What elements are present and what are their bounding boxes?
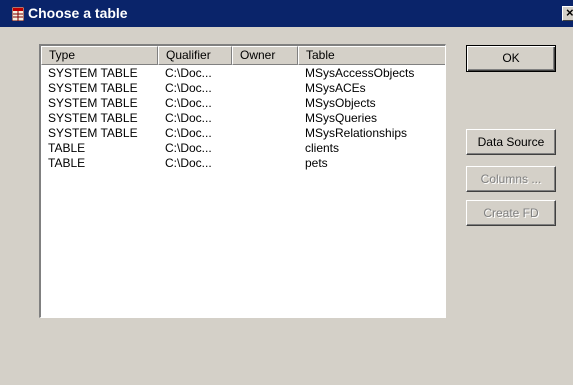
cell-qualifier: C:\Doc...: [165, 96, 212, 110]
cell-type: SYSTEM TABLE: [48, 126, 138, 140]
table-list[interactable]: Type Qualifier Owner Table SYSTEM TABLE C…: [39, 44, 446, 318]
cell-qualifier: C:\Doc...: [165, 141, 212, 155]
cell-type: SYSTEM TABLE: [48, 96, 138, 110]
cell-qualifier: C:\Doc...: [165, 81, 212, 95]
cell-table: MSysObjects: [305, 96, 376, 110]
table-row[interactable]: TABLE C:\Doc... clients: [41, 141, 445, 156]
list-header: Type Qualifier Owner Table: [41, 46, 445, 65]
window-title: Choose a table: [28, 5, 128, 21]
cell-qualifier: C:\Doc...: [165, 66, 212, 80]
title-bar[interactable]: Choose a table ×: [0, 0, 573, 27]
column-header-qualifier[interactable]: Qualifier: [158, 46, 232, 65]
ok-button[interactable]: OK: [466, 45, 556, 72]
cell-type: SYSTEM TABLE: [48, 111, 138, 125]
cell-qualifier: C:\Doc...: [165, 156, 212, 170]
cell-qualifier: C:\Doc...: [165, 126, 212, 140]
cell-table: pets: [305, 156, 328, 170]
cell-type: TABLE: [48, 156, 86, 170]
table-icon: [12, 7, 24, 21]
cell-table: MSysQueries: [305, 111, 378, 125]
table-row[interactable]: SYSTEM TABLE C:\Doc... MSysACEs: [41, 81, 445, 96]
close-button[interactable]: ×: [562, 6, 573, 21]
data-source-button[interactable]: Data Source: [466, 129, 556, 155]
cell-qualifier: C:\Doc...: [165, 111, 212, 125]
cell-table: MSysAccessObjects: [305, 66, 415, 80]
cell-table: MSysRelationships: [305, 126, 408, 140]
close-icon: ×: [566, 6, 573, 20]
create-fd-button: Create FD: [466, 200, 556, 226]
column-header-type[interactable]: Type: [41, 46, 158, 65]
cell-type: SYSTEM TABLE: [48, 81, 138, 95]
table-row[interactable]: SYSTEM TABLE C:\Doc... MSysQueries: [41, 111, 445, 126]
column-header-table[interactable]: Table: [298, 46, 445, 65]
table-row[interactable]: SYSTEM TABLE C:\Doc... MSysAccessObjects: [41, 66, 445, 81]
cell-table: MSysACEs: [305, 81, 366, 95]
cell-table: clients: [305, 141, 340, 155]
column-header-owner[interactable]: Owner: [232, 46, 298, 65]
table-row[interactable]: SYSTEM TABLE C:\Doc... MSysObjects: [41, 96, 445, 111]
list-rows: SYSTEM TABLE C:\Doc... MSysAccessObjects SY…: [41, 66, 445, 171]
table-row[interactable]: SYSTEM TABLE C:\Doc... MSysRelationships: [41, 126, 445, 141]
cell-type: SYSTEM TABLE: [48, 66, 138, 80]
cell-type: TABLE: [48, 141, 86, 155]
columns-button: Columns ...: [466, 166, 556, 192]
table-row[interactable]: TABLE C:\Doc... pets: [41, 156, 445, 171]
